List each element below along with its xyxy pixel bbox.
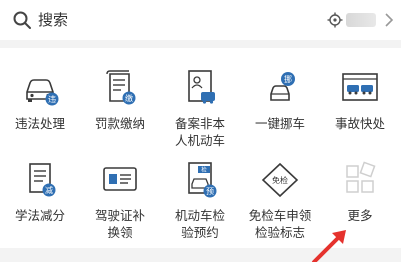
car-violation-icon: 违 [26,79,59,106]
accident-icon [342,73,378,101]
chevron-right-icon[interactable] [384,11,394,29]
services-panel: 违 违法处理 缴 罚款缴纳 备案非本 人机动车 挪 一键挪车 事故快处 减 学法… [0,48,401,248]
service-label: 违法处理 [14,116,65,131]
search-label: 搜索 [38,11,69,29]
service-label: 罚款缴纳 [94,116,145,131]
search-bar[interactable]: 搜索 [0,0,401,40]
move-car-icon: 挪 [270,72,295,101]
svg-text:检: 检 [201,166,207,174]
svg-text:挪: 挪 [284,74,292,84]
service-inspection-booking[interactable]: 检 预 机动车检 验预约 [160,160,240,250]
service-study-law[interactable]: 减 学法减分 [0,160,80,250]
red-arrow-annotation-icon [312,230,346,262]
fine-payment-icon: 缴 [106,70,136,105]
license-renew-icon [103,167,137,191]
inspection-booking-icon: 检 预 [188,162,217,198]
service-label: 学法减分 [14,208,65,223]
svg-text:免检: 免检 [272,175,288,185]
search-icon [13,11,31,29]
exempt-sticker-icon: 免检 [261,162,299,198]
service-accident-quick[interactable]: 事故快处 [320,68,400,158]
service-fine-payment[interactable]: 缴 罚款缴纳 [80,68,160,158]
service-label: 机动车检 验预约 [174,208,225,240]
service-label: 一键挪车 [254,116,305,131]
service-label: 驾驶证补 换领 [94,208,145,240]
service-license-renew[interactable]: 驾驶证补 换领 [80,160,160,250]
svg-text:违: 违 [48,95,56,104]
more-grid-icon [346,161,376,193]
service-move-car[interactable]: 挪 一键挪车 [240,68,320,158]
service-label: 更多 [347,208,373,223]
svg-text:预: 预 [206,186,214,196]
svg-text:减: 减 [45,185,53,195]
city-selector-blurred[interactable] [346,13,376,27]
service-label: 备案非本 人机动车 [174,116,225,148]
study-law-icon: 减 [29,163,56,197]
location-crosshair-icon[interactable] [327,12,343,28]
service-vehicle-filing[interactable]: 备案非本 人机动车 [160,68,240,158]
vehicle-filing-icon [188,70,215,104]
svg-text:缴: 缴 [125,93,133,103]
service-label: 事故快处 [334,116,385,131]
service-violation-handling[interactable]: 违 违法处理 [0,68,80,158]
